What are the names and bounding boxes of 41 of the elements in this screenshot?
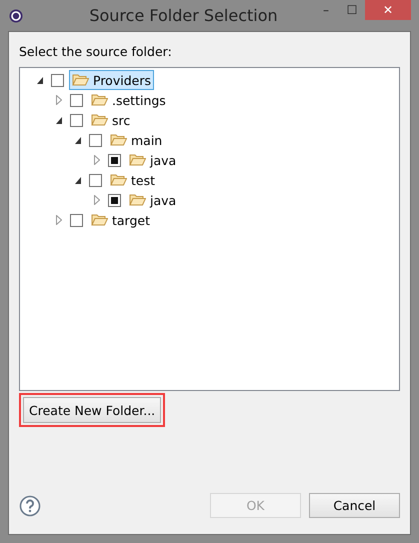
checkbox[interactable] xyxy=(70,94,83,106)
folder-icon xyxy=(129,153,146,167)
tree-item[interactable]: target xyxy=(88,210,154,230)
maximize-button[interactable]: ☐ xyxy=(339,0,365,20)
checkbox[interactable] xyxy=(89,134,102,146)
checkbox[interactable] xyxy=(70,214,83,226)
collapsed-arrow-icon[interactable] xyxy=(56,95,62,105)
expanded-arrow-icon[interactable] xyxy=(36,76,44,84)
tree-item[interactable]: .settings xyxy=(88,90,169,110)
minimize-button[interactable]: – xyxy=(313,0,339,20)
folder-icon xyxy=(110,133,127,147)
collapsed-arrow-icon[interactable] xyxy=(94,195,100,205)
tree-item[interactable]: main xyxy=(107,130,166,150)
cancel-button[interactable]: Cancel xyxy=(309,493,400,518)
create-folder-button[interactable]: Create New Folder... xyxy=(23,397,162,423)
checkbox[interactable] xyxy=(108,194,121,206)
expanded-arrow-icon[interactable] xyxy=(56,116,62,124)
expanded-arrow-icon[interactable] xyxy=(74,176,82,184)
checkbox[interactable] xyxy=(89,174,102,186)
tree-item[interactable]: src xyxy=(88,110,134,130)
folder-icon xyxy=(91,93,108,107)
checkbox[interactable] xyxy=(51,74,64,86)
tree-item[interactable]: java xyxy=(126,150,180,170)
folder-icon xyxy=(129,193,146,207)
checkbox[interactable] xyxy=(108,154,121,166)
collapsed-arrow-icon[interactable] xyxy=(56,215,62,225)
folder-icon xyxy=(110,173,127,187)
checkbox[interactable] xyxy=(70,114,83,126)
prompt-label: Select the source folder: xyxy=(19,44,173,59)
tree-item[interactable]: java xyxy=(126,190,180,210)
collapsed-arrow-icon[interactable] xyxy=(94,155,100,165)
folder-icon xyxy=(72,73,89,87)
gear-icon xyxy=(8,8,24,24)
folder-icon xyxy=(91,113,108,127)
folder-icon xyxy=(91,213,108,227)
window-title: Source Folder Selection xyxy=(88,6,279,25)
expanded-arrow-icon[interactable] xyxy=(74,136,82,144)
help-icon[interactable] xyxy=(19,494,41,516)
tree-item[interactable]: test xyxy=(107,170,158,190)
tree-item[interactable]: Providers xyxy=(69,70,154,90)
close-button[interactable]: ✕ xyxy=(365,0,411,20)
